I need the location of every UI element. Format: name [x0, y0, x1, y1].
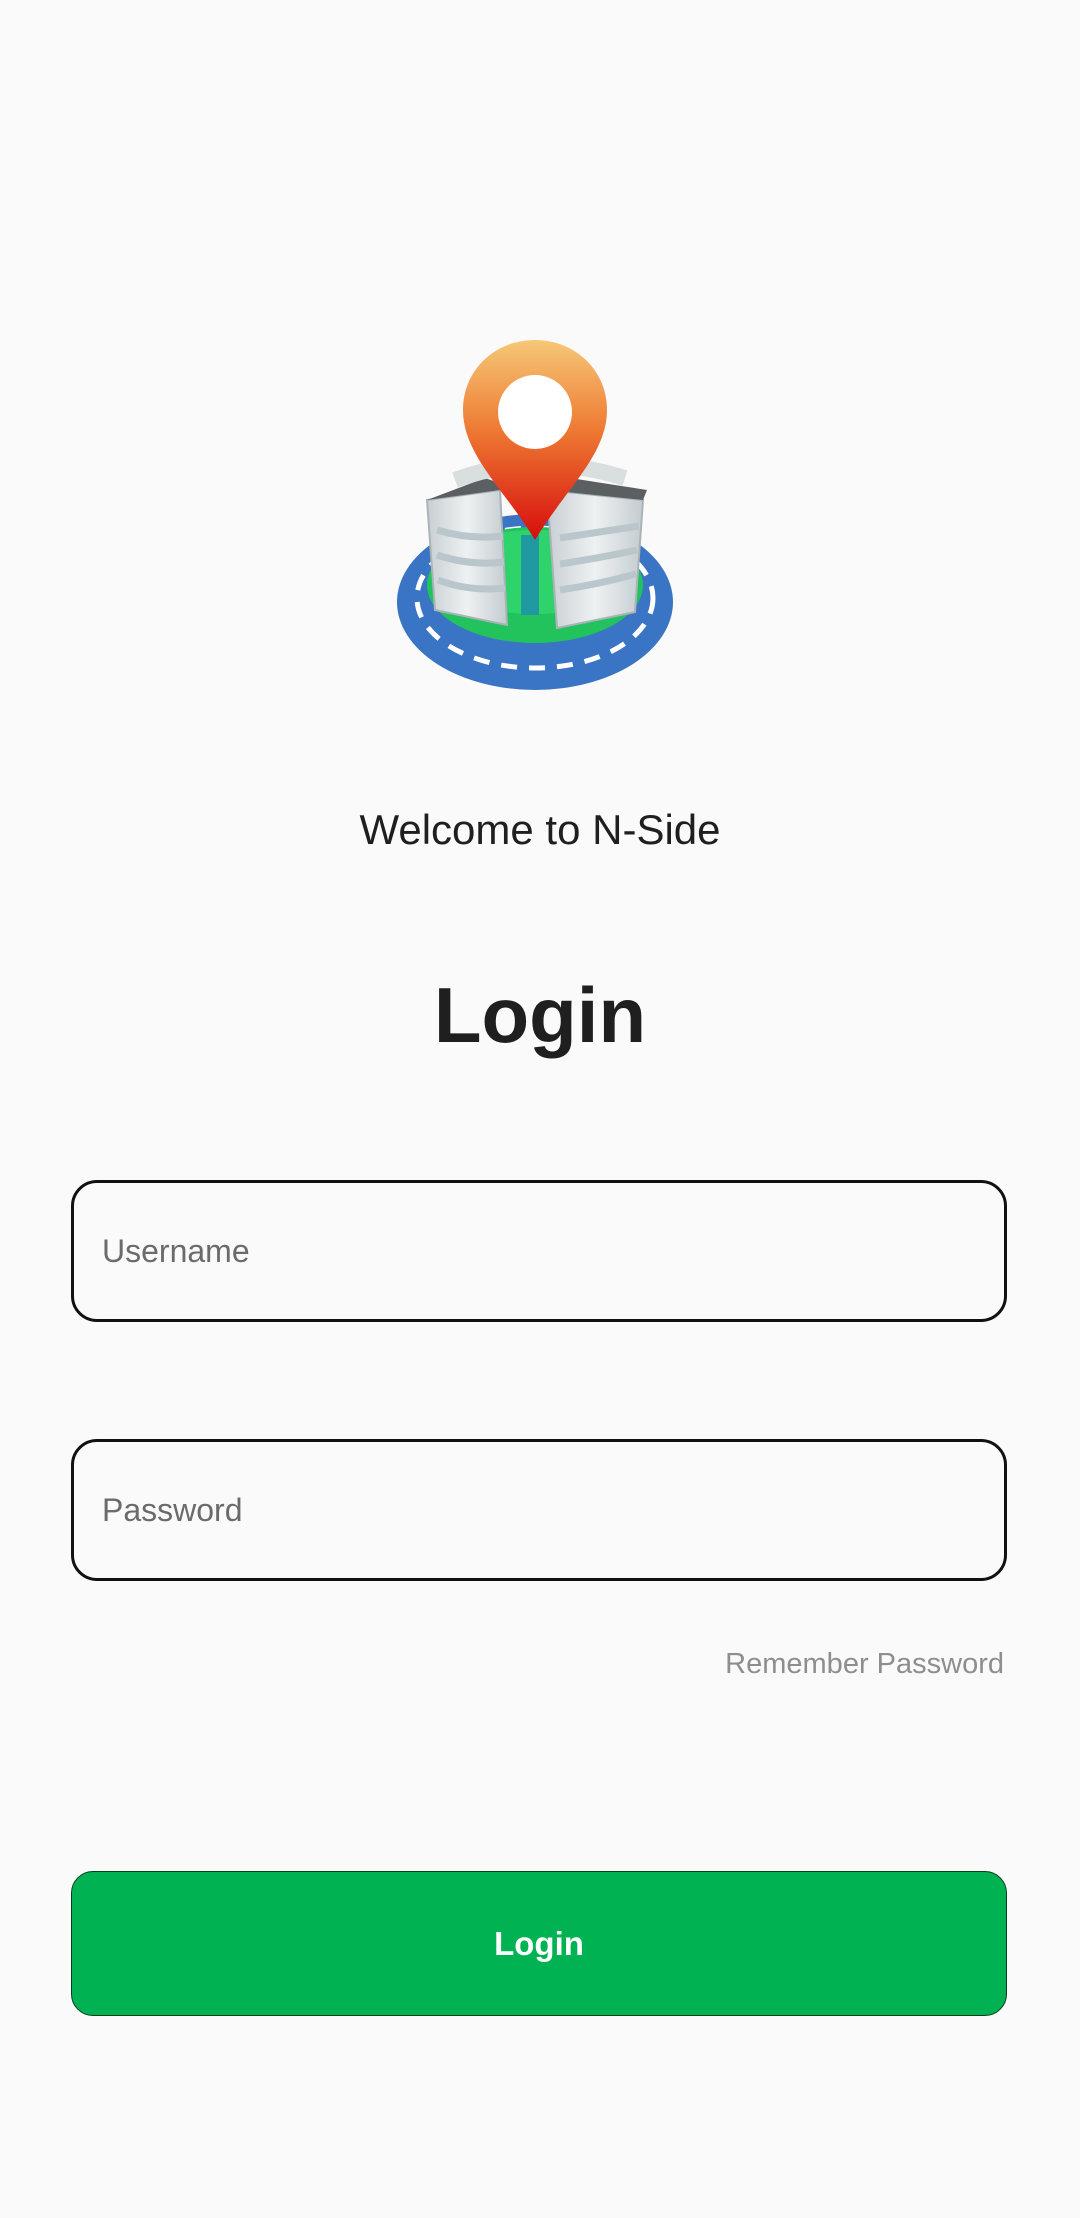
password-field-container[interactable] — [71, 1439, 1007, 1581]
username-input[interactable] — [74, 1183, 1004, 1319]
page-title: Login — [433, 971, 647, 1059]
login-button[interactable]: Login — [71, 1871, 1007, 2016]
map-pin-building-icon — [397, 340, 673, 690]
username-field-container[interactable] — [71, 1180, 1007, 1322]
password-input[interactable] — [74, 1442, 1004, 1578]
welcome-text: Welcome to N-Side — [359, 806, 721, 853]
app-logo — [395, 340, 685, 695]
remember-password-link[interactable]: Remember Password — [725, 1648, 1004, 1681]
